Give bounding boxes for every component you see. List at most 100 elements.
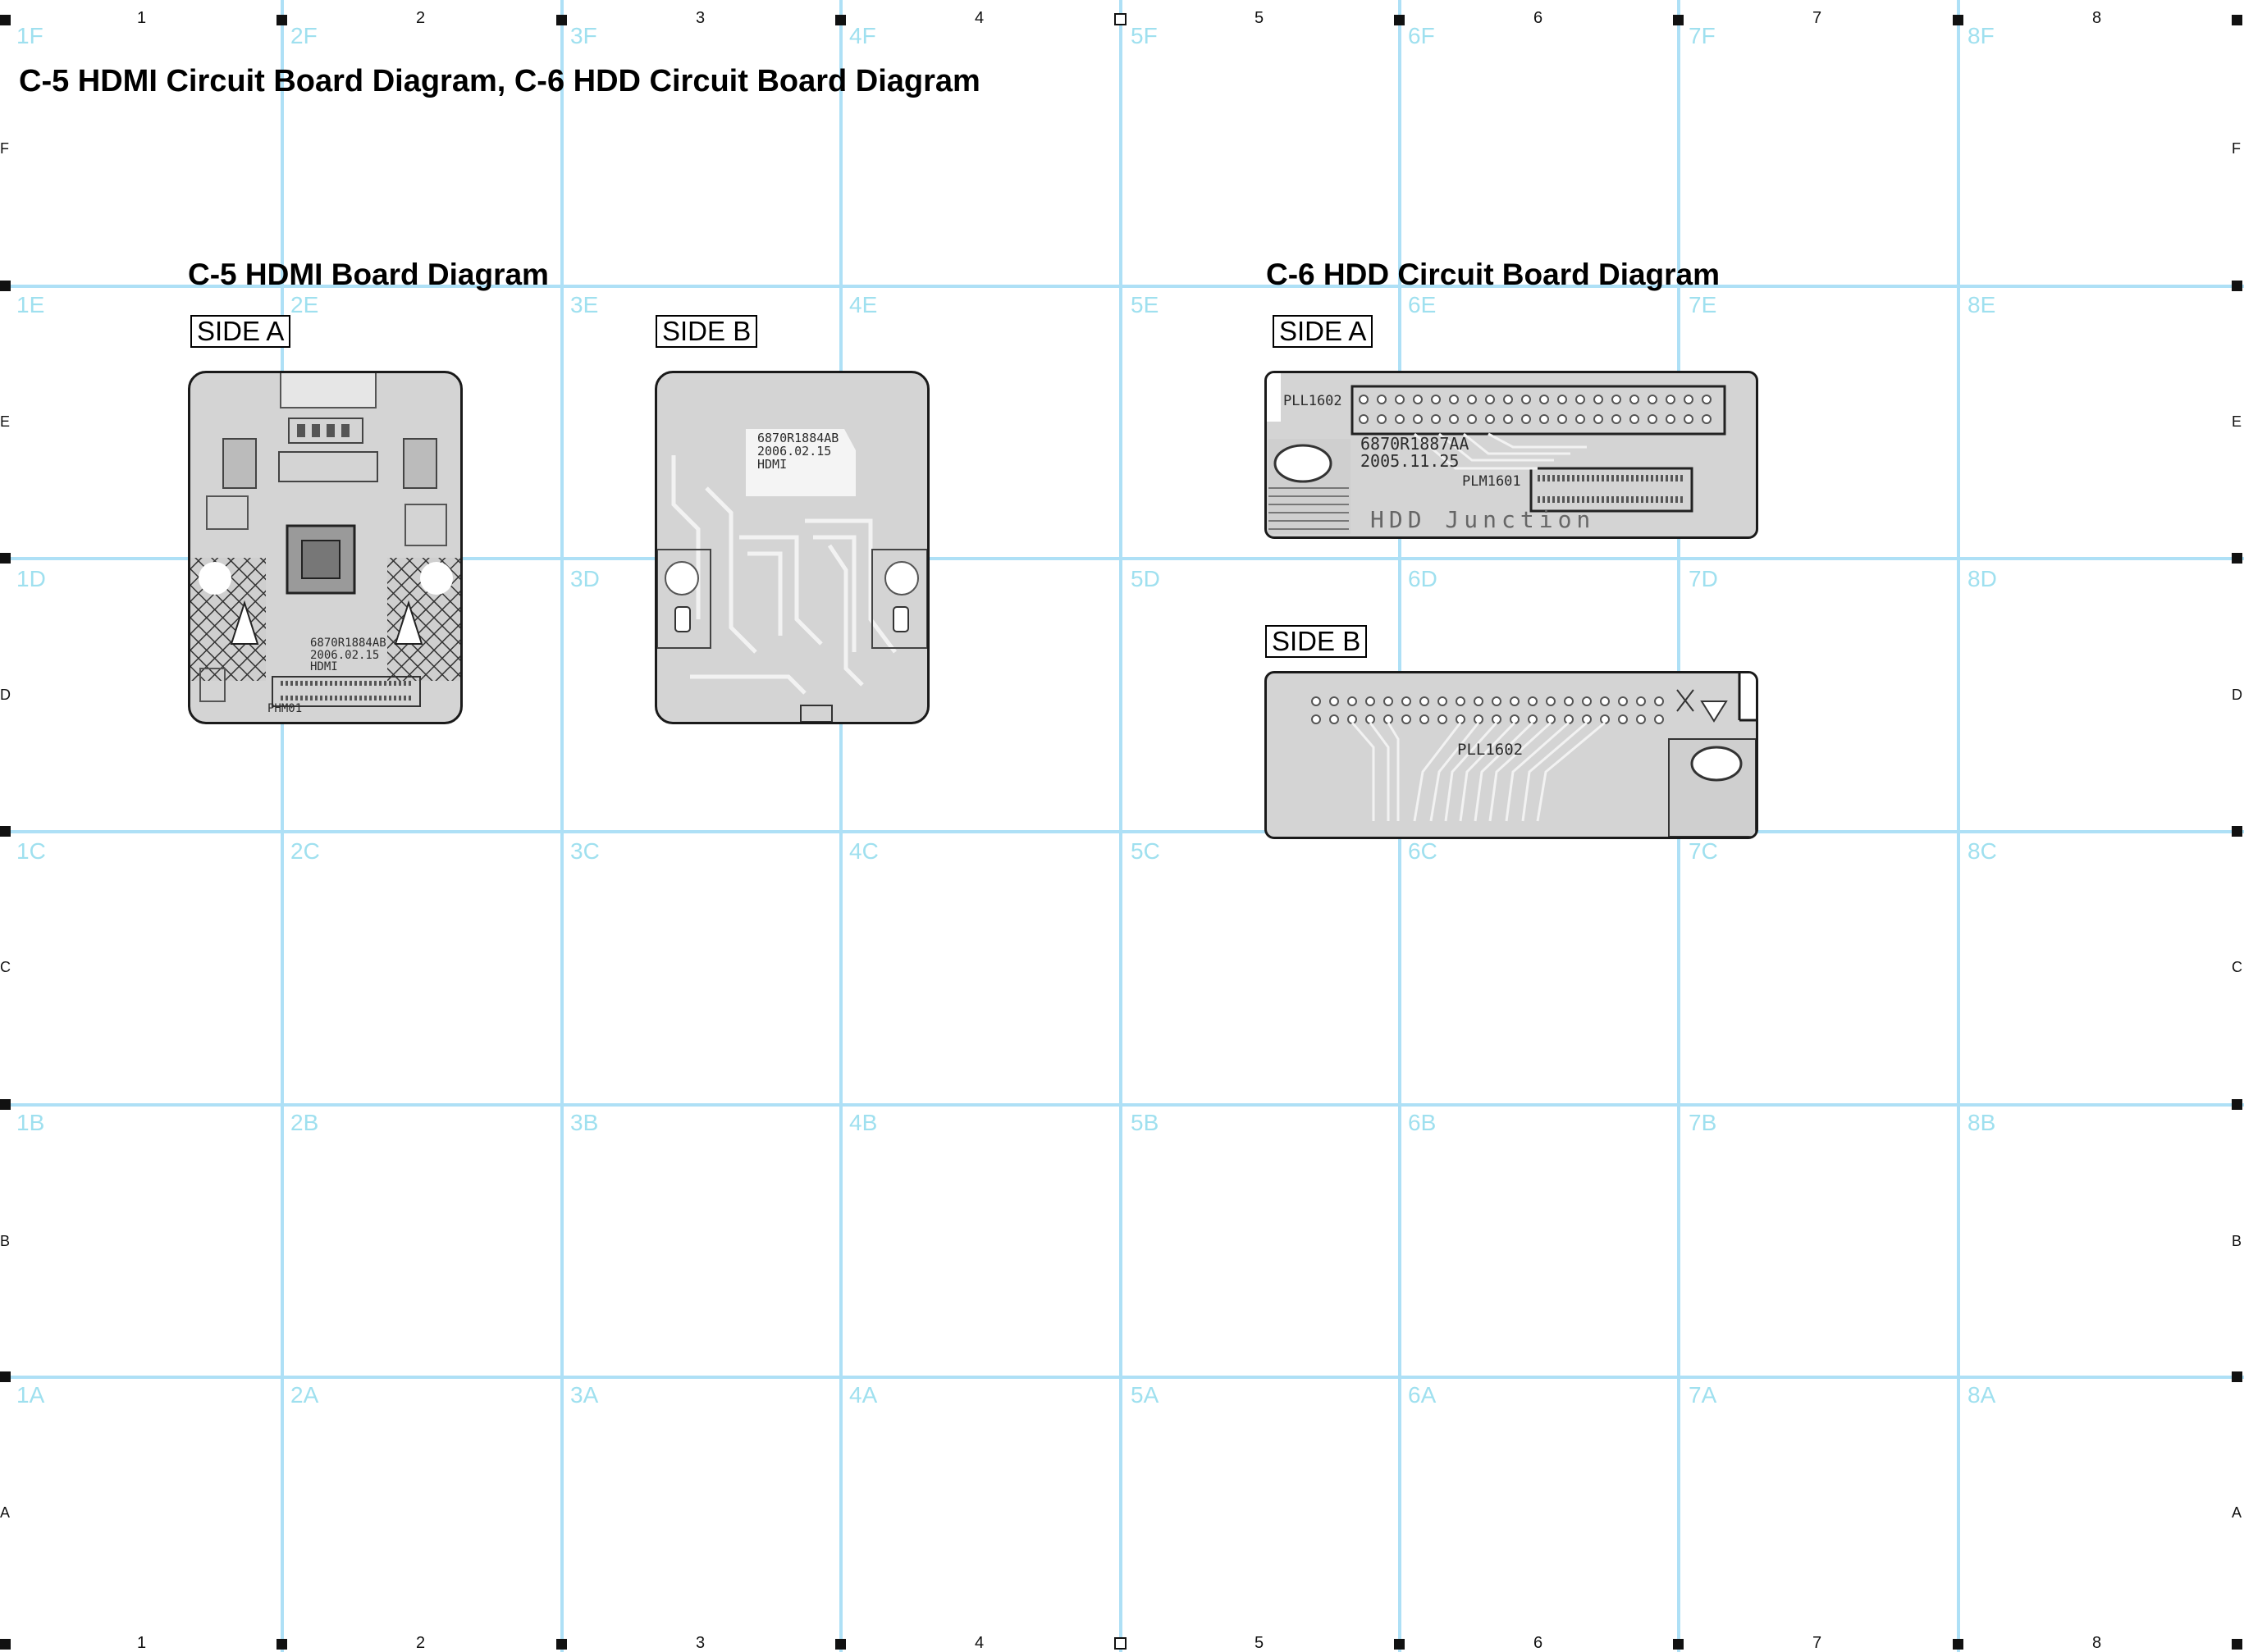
hdd-side-a-label: SIDE A (1273, 315, 1373, 348)
grid-cell-label: 1F (16, 23, 43, 48)
grid-line-vertical (281, 0, 284, 1652)
grid-cell-label: 2A (290, 1382, 319, 1408)
grid-cell-label: 3F (570, 23, 597, 48)
hdmi-side-a-connector-ref: PHM01 (267, 702, 303, 715)
page-title: C-5 HDMI Circuit Board Diagram, C-6 HDD … (19, 64, 980, 98)
grid-cell-label: 3B (570, 1110, 599, 1135)
hdd-side-a-connector-ref: PLM1601 (1462, 473, 1521, 490)
ruler-tick (1114, 1637, 1127, 1650)
ruler-column-number: 1 (137, 9, 147, 27)
ruler-column-number: 8 (2092, 9, 2102, 27)
grid-cell-label: 5D (1131, 566, 1160, 591)
grid-line-vertical (839, 0, 843, 1652)
grid-cell-label: 6A (1408, 1382, 1437, 1408)
ruler-tick (1673, 15, 1684, 25)
grid-cell-label: 3D (570, 566, 600, 591)
grid-cell-label: 7C (1689, 838, 1718, 864)
grid-cell-label: 3C (570, 838, 600, 864)
ruler-tick (0, 1371, 11, 1382)
grid-cell-label: 6B (1408, 1110, 1437, 1135)
grid-cell-label: 7D (1689, 566, 1718, 591)
grid-line-horizontal (0, 1376, 2244, 1379)
hdd-side-b-ref: PLL1602 (1457, 741, 1524, 759)
ruler-row-letter: C (0, 959, 11, 975)
grid-cell-label: 2F (290, 23, 318, 48)
ruler-row-letter: E (2232, 413, 2242, 430)
ruler-column-number: 6 (1533, 9, 1543, 27)
grid-line-horizontal (0, 1103, 2244, 1107)
ruler-tick (1394, 15, 1405, 25)
ruler-tick (1114, 13, 1127, 25)
ruler-column-number: 2 (416, 1634, 426, 1652)
ruler-tick (2232, 1099, 2242, 1110)
hdmi-section-title: C-5 HDMI Board Diagram (188, 258, 549, 291)
ruler-column-number: 8 (2092, 1634, 2102, 1652)
ruler-tick (0, 826, 11, 837)
ruler-column-number: 3 (696, 9, 706, 27)
ruler-row-letter: F (2232, 140, 2241, 157)
ruler-column-number: 7 (1812, 9, 1822, 27)
hdd-side-b-label: SIDE B (1265, 625, 1368, 658)
ruler-tick (835, 15, 846, 25)
grid-cell-label: 6D (1408, 566, 1437, 591)
ruler-tick (1673, 1639, 1684, 1650)
ruler-tick (1394, 1639, 1405, 1650)
grid-cell-label: 5A (1131, 1382, 1159, 1408)
hdd-side-a-ref-top: PLL1602 (1283, 393, 1342, 409)
ruler-column-number: 6 (1533, 1634, 1543, 1652)
hdd-board-side-a: PLL1602 6870R1887AA 2005.11.25 PLM1601 H… (1264, 371, 1758, 539)
grid-cell-label: 8F (1967, 23, 1995, 48)
grid-line-vertical (1957, 0, 1960, 1652)
ruler-row-letter: D (2232, 687, 2242, 703)
hdmi-side-a-label: SIDE A (190, 315, 291, 348)
ruler-tick (0, 553, 11, 564)
hdd-section-title: C-6 HDD Circuit Board Diagram (1266, 258, 1721, 291)
grid-cell-label: 1C (16, 838, 46, 864)
grid-cell-label: 5E (1131, 292, 1159, 317)
hdd-side-a-part-number: 6870R1887AA 2005.11.25 (1360, 434, 1469, 471)
ruler-row-letter: E (0, 413, 11, 430)
hdd-side-a-board-name: HDD Junction (1370, 506, 1596, 533)
ruler-column-number: 5 (1255, 9, 1264, 27)
ruler-tick (1953, 15, 1963, 25)
ruler-row-letter: C (2232, 959, 2242, 975)
grid-cell-label: 7F (1689, 23, 1716, 48)
grid-cell-label: 5F (1131, 23, 1158, 48)
ruler-tick (0, 1099, 11, 1110)
ruler-tick (2232, 1371, 2242, 1382)
ruler-tick (2232, 15, 2242, 25)
ruler-tick (2232, 826, 2242, 837)
grid-cell-label: 3A (570, 1382, 599, 1408)
ruler-column-number: 1 (137, 1634, 147, 1652)
ruler-tick (556, 15, 567, 25)
grid-cell-label: 6E (1408, 292, 1437, 317)
grid-cell-label: 1E (16, 292, 45, 317)
hdmi-board-side-b: 6870R1884AB 2006.02.15 HDMI (655, 371, 930, 724)
grid-cell-label: 4A (849, 1382, 878, 1408)
grid-cell-label: 1A (16, 1382, 45, 1408)
ruler-tick (0, 1639, 11, 1650)
ruler-column-number: 4 (975, 9, 985, 27)
hdmi-board-side-a: 6870R1884AB 2006.02.15 HDMI PHM01 (188, 371, 463, 724)
grid-cell-label: 2C (290, 838, 320, 864)
ruler-column-number: 5 (1255, 1634, 1264, 1652)
grid-cell-label: 4B (849, 1110, 878, 1135)
ruler-row-letter: F (0, 140, 9, 157)
schematic-sheet: 1F 2F 3F 4F 5F 6F 7F 8F 1E 2E 3E 4E 5E 6… (0, 0, 2244, 1652)
grid-cell-label: 2E (290, 292, 319, 317)
ruler-tick (0, 281, 11, 291)
grid-cell-label: 4E (849, 292, 878, 317)
grid-cell-label: 8E (1967, 292, 1996, 317)
ruler-column-number: 2 (416, 9, 426, 27)
ruler-row-letter: D (0, 687, 11, 703)
grid-cell-label: 5B (1131, 1110, 1159, 1135)
hdmi-side-b-label: SIDE B (656, 315, 758, 348)
ruler-row-letter: A (0, 1504, 11, 1521)
ruler-tick (2232, 281, 2242, 291)
grid-cell-label: 3E (570, 292, 599, 317)
ruler-column-number: 7 (1812, 1634, 1822, 1652)
ruler-column-number: 4 (975, 1634, 985, 1652)
hdd-board-side-b: PLL1602 (1264, 671, 1758, 839)
grid-cell-label: 1D (16, 566, 46, 591)
ruler-row-letter: B (0, 1233, 11, 1249)
